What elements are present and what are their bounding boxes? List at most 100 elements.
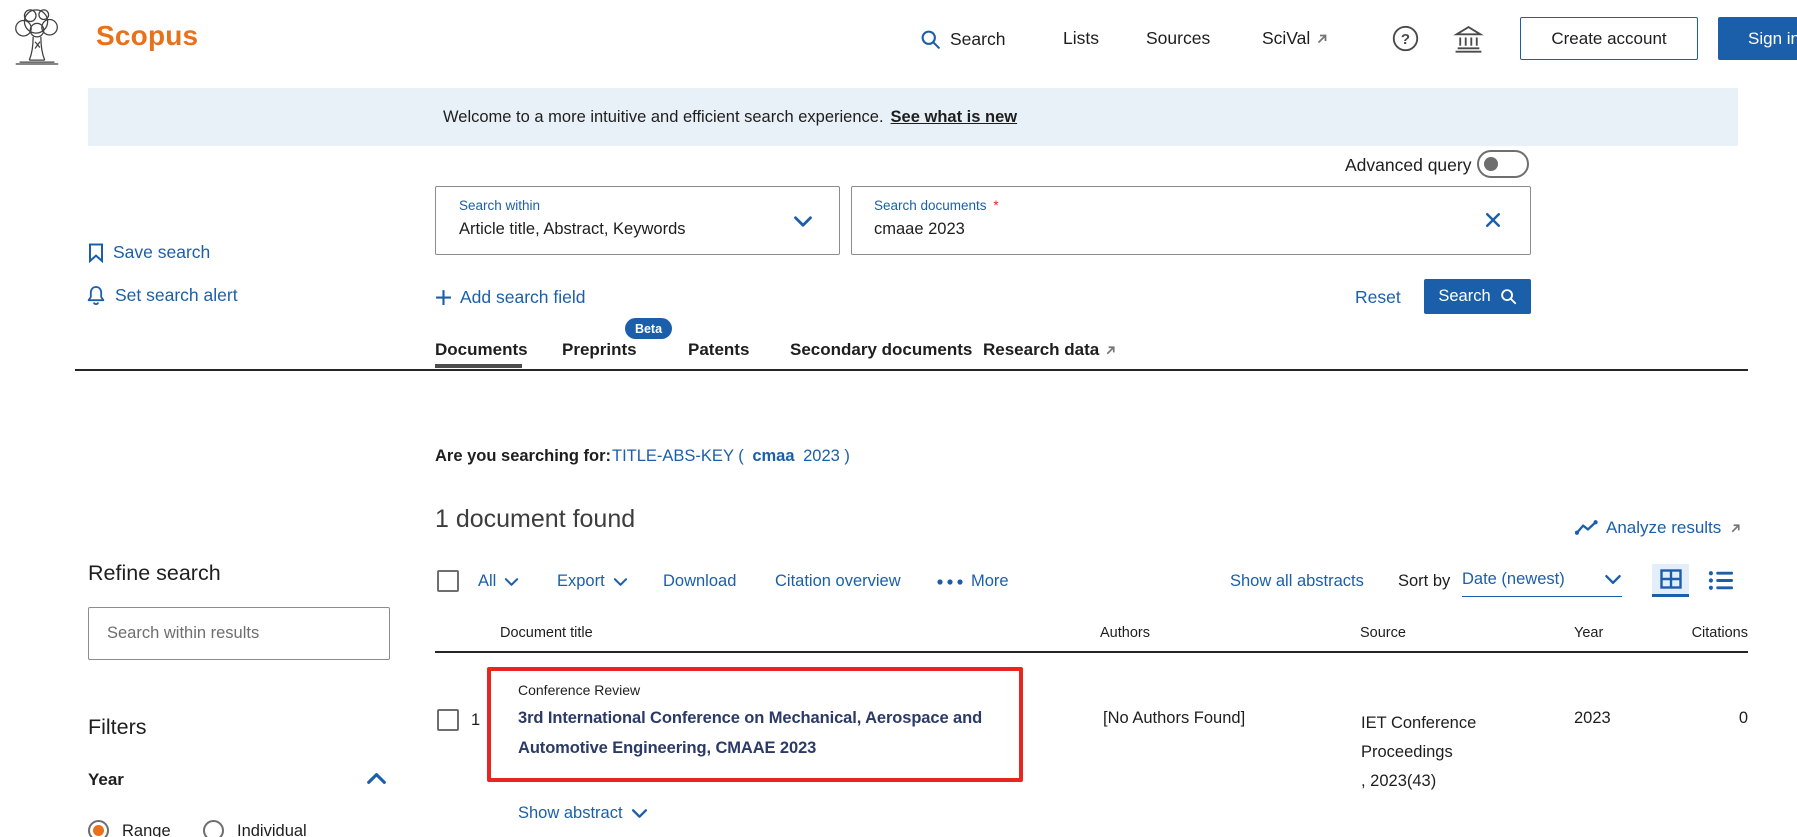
row-index: 1 <box>471 711 480 730</box>
source-line: Proceedings <box>1361 738 1476 767</box>
reset-button[interactable]: Reset <box>1355 287 1401 308</box>
filters-title: Filters <box>88 715 147 740</box>
search-documents-value: cmaae 2023 <box>874 220 965 239</box>
chevron-down-icon <box>631 808 648 819</box>
search-within-dropdown[interactable]: Search within Article title, Abstract, K… <box>435 186 840 255</box>
show-abstract-label: Show abstract <box>518 804 623 823</box>
nav-sources[interactable]: Sources <box>1146 28 1210 49</box>
column-header-source: Source <box>1360 625 1406 641</box>
chevron-down-icon <box>1604 574 1622 585</box>
more-button[interactable]: More <box>937 572 1009 591</box>
export-dropdown[interactable]: Export <box>557 572 628 591</box>
clear-search-button[interactable] <box>1484 211 1502 229</box>
institution-icon <box>1453 24 1484 54</box>
search-documents-field[interactable]: Search documents * cmaae 2023 <box>851 186 1531 255</box>
select-all-label: All <box>478 572 496 591</box>
source-line: IET Conference <box>1361 709 1476 738</box>
search-icon <box>1500 288 1517 305</box>
sort-value: Date (newest) <box>1462 570 1565 589</box>
tab-research-data-label: Research data <box>983 340 1099 360</box>
search-suggestion-link[interactable]: TITLE-ABS-KEY ( cmaa 2023 ) <box>612 447 850 466</box>
source-line: , 2023(43) <box>1361 767 1476 796</box>
chevron-up-icon <box>366 772 387 785</box>
column-header-year: Year <box>1574 625 1603 641</box>
help-button[interactable]: ? <box>1392 25 1419 52</box>
see-what-is-new-link[interactable]: See what is new <box>891 108 1018 127</box>
source-cell: IET Conference Proceedings , 2023(43) <box>1361 709 1476 796</box>
required-asterisk: * <box>993 198 998 213</box>
external-link-icon <box>1104 344 1117 357</box>
chevron-down-icon <box>793 215 813 228</box>
column-header-citations: Citations <box>1650 625 1748 641</box>
download-button[interactable]: Download <box>663 572 736 591</box>
nav-lists[interactable]: Lists <box>1063 28 1099 49</box>
list-view-button[interactable] <box>1708 570 1734 591</box>
range-radio-dot <box>93 825 104 836</box>
search-button[interactable]: Search <box>1424 279 1531 314</box>
analyze-results-link[interactable]: Analyze results <box>1575 518 1742 538</box>
tab-secondary-documents[interactable]: Secondary documents <box>790 340 972 360</box>
citations-cell: 0 <box>1650 709 1748 728</box>
search-documents-label: Search documents * <box>874 198 999 213</box>
sign-in-button[interactable]: Sign in <box>1718 17 1797 60</box>
external-link-icon <box>1729 522 1742 535</box>
add-search-field-button[interactable]: Add search field <box>435 287 586 308</box>
range-radio[interactable] <box>88 820 109 837</box>
show-abstract-button[interactable]: Show abstract <box>518 804 648 823</box>
tab-preprints[interactable]: Preprints <box>562 340 637 360</box>
sort-by-label: Sort by <box>1398 572 1450 591</box>
nav-search-label: Search <box>950 29 1005 50</box>
nav-scival-label: SciVal <box>1262 28 1310 49</box>
chevron-down-icon <box>504 577 519 587</box>
plus-icon <box>435 289 452 306</box>
set-search-alert-link[interactable]: Set search alert <box>86 285 238 306</box>
search-suggestion-prefix: Are you searching for: <box>435 447 611 466</box>
year-collapse-button[interactable] <box>366 772 387 785</box>
tab-documents[interactable]: Documents <box>435 340 528 360</box>
results-count: 1 document found <box>435 505 635 534</box>
query-post: 2023 ) <box>803 447 850 465</box>
search-within-results-input[interactable] <box>88 607 390 660</box>
grid-view-icon <box>1660 569 1682 589</box>
create-account-button[interactable]: Create account <box>1520 17 1698 60</box>
search-button-label: Search <box>1438 287 1490 306</box>
show-all-abstracts-button[interactable]: Show all abstracts <box>1230 572 1364 591</box>
select-all-checkbox[interactable] <box>437 570 459 592</box>
nav-search[interactable]: Search <box>920 26 1005 52</box>
tab-research-data[interactable]: Research data <box>983 340 1117 360</box>
sort-dropdown[interactable]: Date (newest) <box>1462 570 1622 597</box>
advanced-query-label: Advanced query <box>1345 155 1471 176</box>
table-header-divider <box>435 651 1748 653</box>
row-checkbox[interactable] <box>437 709 459 731</box>
beta-badge: Beta <box>625 318 672 339</box>
individual-radio-label: Individual <box>237 822 307 837</box>
more-label: More <box>971 572 1009 591</box>
search-icon <box>920 29 941 50</box>
export-label: Export <box>557 572 605 591</box>
document-title-link[interactable]: 3rd International Conference on Mechanic… <box>518 703 1023 763</box>
individual-radio[interactable] <box>203 820 224 837</box>
bell-icon <box>86 285 106 306</box>
nav-scival[interactable]: SciVal <box>1262 28 1329 49</box>
save-search-link[interactable]: Save search <box>88 242 210 263</box>
scopus-search-results-page: Scopus Search Lists Sources SciVal ? Cre… <box>0 0 1797 837</box>
query-pre: TITLE-ABS-KEY ( <box>612 447 744 465</box>
year-filter-label: Year <box>88 770 124 790</box>
tab-patents[interactable]: Patents <box>688 340 749 360</box>
scopus-brand[interactable]: Scopus <box>96 20 198 52</box>
set-search-alert-label: Set search alert <box>115 285 238 306</box>
advanced-query-toggle[interactable] <box>1477 150 1529 178</box>
elsevier-tree-logo[interactable] <box>8 5 66 65</box>
ellipsis-icon <box>937 579 963 585</box>
year-cell: 2023 <box>1574 709 1611 728</box>
add-search-field-label: Add search field <box>460 287 586 308</box>
grid-view-button[interactable] <box>1652 564 1689 597</box>
tabs-divider <box>75 369 1748 371</box>
citation-overview-button[interactable]: Citation overview <box>775 572 901 591</box>
analyze-results-label: Analyze results <box>1606 518 1721 538</box>
external-link-icon <box>1315 32 1329 46</box>
select-all-dropdown[interactable]: All <box>478 572 519 591</box>
authors-cell: [No Authors Found] <box>1103 709 1245 728</box>
query-term: cmaa <box>752 447 794 465</box>
institution-button[interactable] <box>1453 24 1484 54</box>
